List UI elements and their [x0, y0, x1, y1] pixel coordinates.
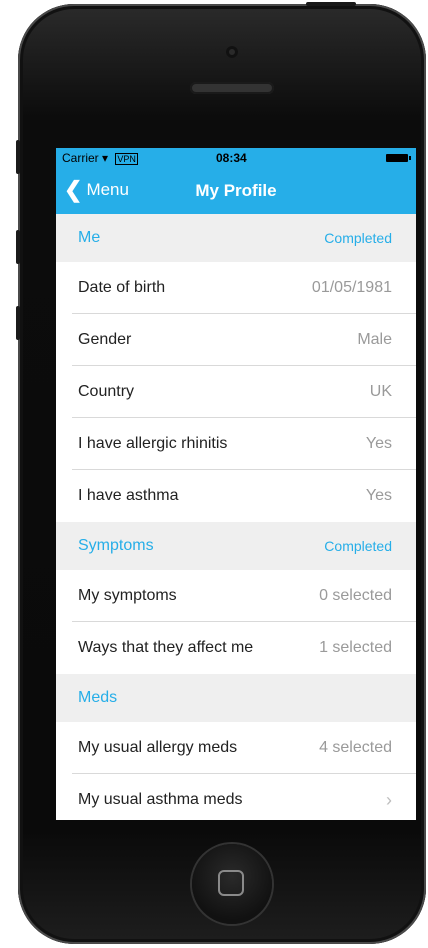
row-label: My usual asthma meds	[78, 791, 243, 808]
row-label: Country	[78, 383, 135, 400]
row-value: 0 selected	[319, 587, 392, 604]
earpiece-speaker	[190, 82, 274, 94]
screen: Carrier ▾ VPN 08:34 ❮ Menu My Profile Me…	[56, 148, 416, 820]
row-asthma[interactable]: I have asthma Yes	[56, 470, 416, 522]
section-header-symptoms: Symptoms Completed	[56, 522, 416, 570]
row-label: I have asthma	[78, 487, 179, 504]
row-value: Yes	[365, 435, 392, 452]
volume-down-button	[16, 306, 20, 340]
row-label: My usual allergy meds	[78, 739, 238, 756]
row-gender[interactable]: Gender Male	[56, 314, 416, 366]
section-status: Completed	[324, 230, 392, 246]
home-square-icon	[218, 870, 244, 896]
section-label: Symptoms	[78, 537, 154, 554]
wifi-icon: ▾	[102, 151, 109, 165]
row-ways-affect-me[interactable]: Ways that they affect me 1 selected	[56, 622, 416, 674]
row-label: I have allergic rhinitis	[78, 435, 228, 452]
row-country[interactable]: Country UK	[56, 366, 416, 418]
volume-up-button	[16, 230, 20, 264]
status-time: 08:34	[216, 151, 247, 165]
battery-icon	[386, 154, 411, 162]
section-status: Completed	[324, 538, 392, 554]
status-bar: Carrier ▾ VPN 08:34	[56, 148, 416, 168]
row-value: Male	[357, 331, 392, 348]
row-allergic-rhinitis[interactable]: I have allergic rhinitis Yes	[56, 418, 416, 470]
row-value: UK	[369, 383, 392, 400]
row-value: 1 selected	[319, 639, 392, 656]
chevron-right-icon: ›	[386, 789, 392, 810]
section-label: Me	[78, 229, 101, 246]
section-header-meds: Meds	[56, 674, 416, 722]
row-label: Ways that they affect me	[78, 639, 254, 656]
power-button	[306, 2, 356, 6]
row-label: Date of birth	[78, 279, 166, 296]
row-value: 4 selected	[319, 739, 392, 756]
vpn-badge: VPN	[115, 153, 138, 165]
section-label: Meds	[78, 689, 118, 706]
row-my-symptoms[interactable]: My symptoms 0 selected	[56, 570, 416, 622]
navigation-bar: ❮ Menu My Profile	[56, 168, 416, 214]
mute-switch	[16, 140, 20, 174]
row-asthma-meds[interactable]: My usual asthma meds ›	[56, 774, 416, 820]
carrier-info: Carrier ▾ VPN	[62, 151, 138, 165]
carrier-label: Carrier	[62, 151, 99, 165]
row-label: Gender	[78, 331, 132, 348]
front-camera	[226, 46, 238, 58]
row-value: 01/05/1981	[311, 279, 392, 296]
page-title: My Profile	[195, 181, 277, 200]
row-value: Yes	[365, 487, 392, 504]
row-label: My symptoms	[78, 587, 177, 604]
row-date-of-birth[interactable]: Date of birth 01/05/1981	[56, 262, 416, 314]
row-allergy-meds[interactable]: My usual allergy meds 4 selected	[56, 722, 416, 774]
section-header-me: Me Completed	[56, 214, 416, 262]
